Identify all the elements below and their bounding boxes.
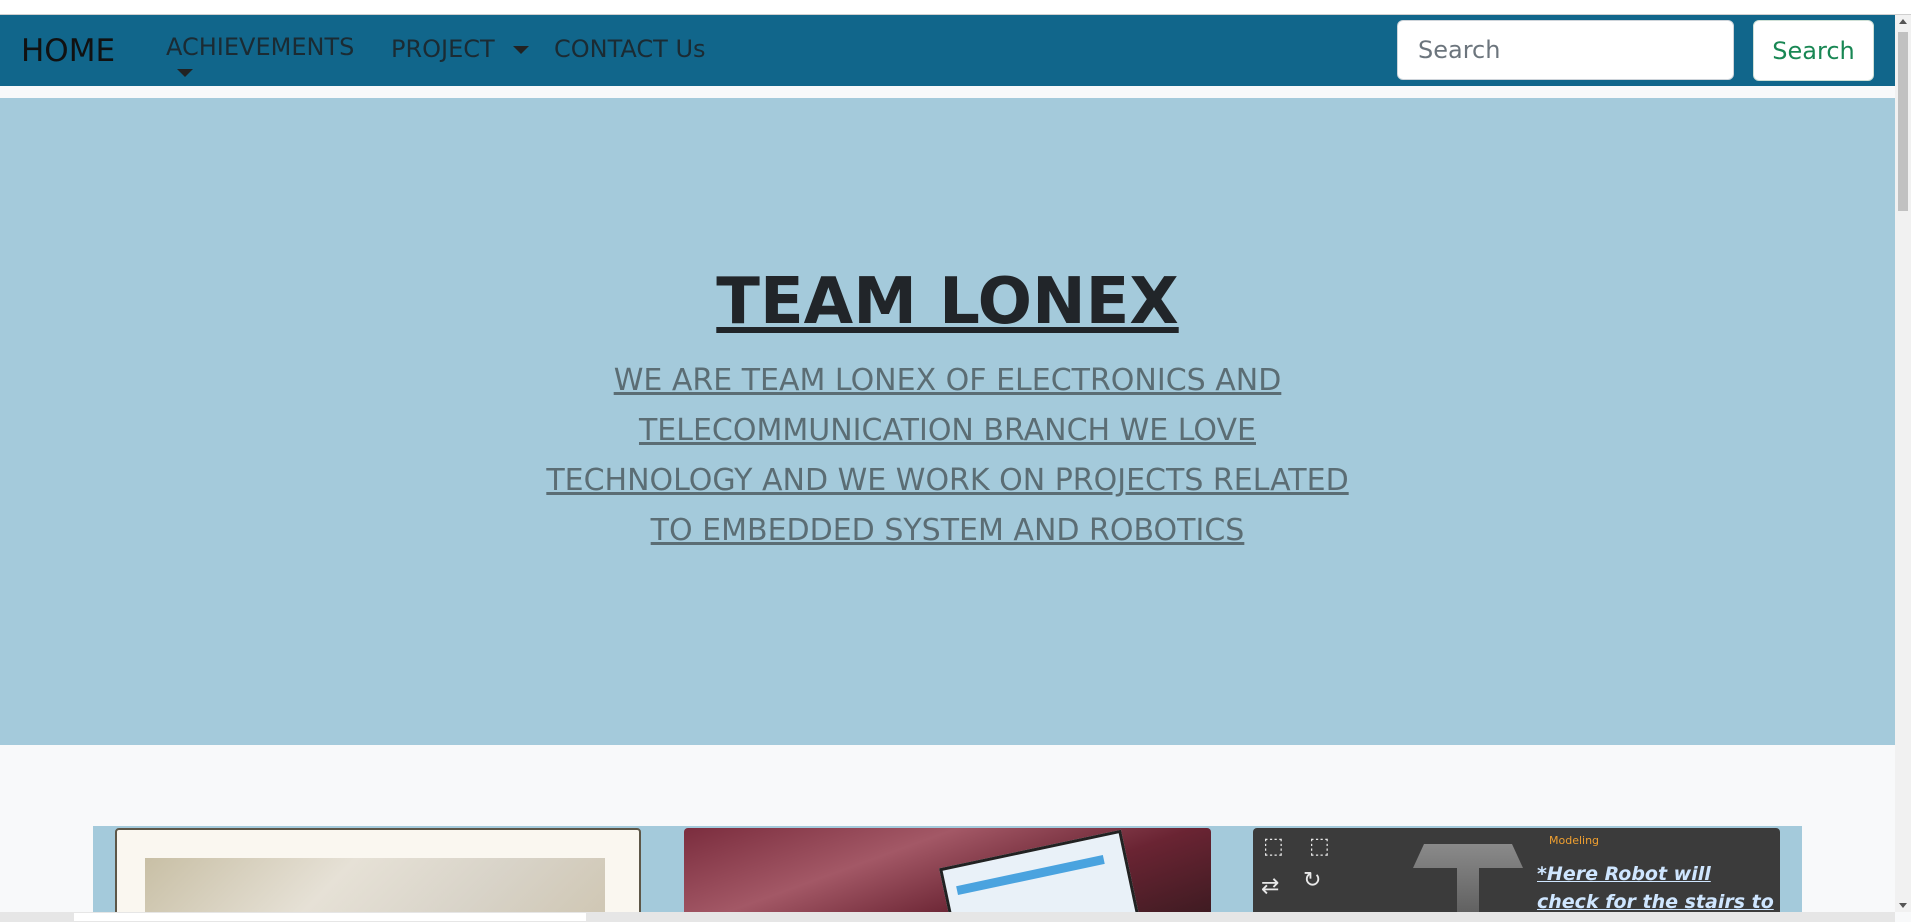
move-icon: ⇄ [1261,874,1280,899]
nav-achievements-label: ACHIEVEMENTS [166,33,355,61]
caret-down-icon [177,69,193,77]
browser-top-strip [0,0,1911,15]
home-link[interactable]: HOME [21,33,115,69]
nav-project-dropdown[interactable]: PROJECT [391,35,529,63]
hero-subtitle: WE ARE TEAM LONEX OF ELECTRONICS AND TEL… [546,363,1349,548]
navbar: HOME ACHIEVEMENTS PROJECT CONTACT Us Sea… [0,15,1895,86]
search-button[interactable]: Search [1753,20,1874,81]
search-input[interactable] [1397,20,1734,80]
laptop-photo [939,829,1141,922]
horizontal-scroll-thumb[interactable] [74,913,586,921]
modeling-label: Modeling [1549,834,1600,847]
gallery-card-circuit[interactable] [115,828,641,922]
caret-down-icon [512,46,529,54]
vertical-scrollbar[interactable] [1895,15,1911,912]
project-gallery: ⬚ ⬚ ⇄ ↻ Modeling *Here Robot will check … [93,826,1802,922]
vertical-scroll-thumb[interactable] [1898,32,1908,211]
hero-title: TEAM LONEX [716,265,1179,339]
rotate-icon: ↻ [1303,868,1322,893]
cube-view-icon: ⬚ [1263,834,1284,859]
nav-achievements-dropdown[interactable]: ACHIEVEMENTS [166,33,355,77]
nav-project-label: PROJECT [391,35,495,63]
hero-section: TEAM LONEX WE ARE TEAM LONEX OF ELECTRON… [0,98,1895,745]
gallery-card-robot-modeling[interactable]: ⬚ ⬚ ⇄ ↻ Modeling *Here Robot will check … [1253,828,1780,922]
scroll-down-icon[interactable] [1899,903,1907,908]
select-box-icon: ⬚ [1309,834,1330,859]
scroll-up-icon[interactable] [1899,19,1907,24]
horizontal-scrollbar[interactable] [0,912,1895,922]
gallery-card-laptop[interactable] [684,828,1211,922]
robot-model-render [1413,844,1523,922]
nav-contact-link[interactable]: CONTACT Us [554,35,706,63]
